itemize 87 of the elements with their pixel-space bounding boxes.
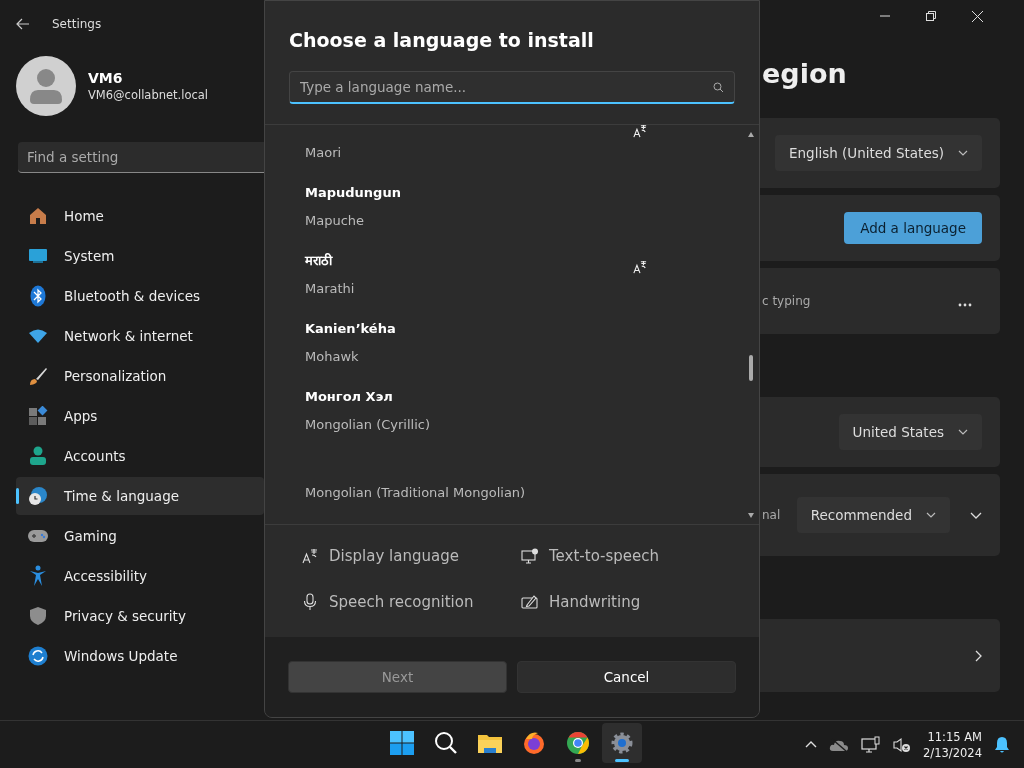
bell-icon[interactable] <box>994 735 1010 754</box>
nav-item[interactable]: Personalization <box>16 357 264 395</box>
language-search-box[interactable]: Type a language name... <box>289 71 735 104</box>
clock-globe-icon <box>28 486 48 506</box>
language-item[interactable]: Mapudungun Mapuche <box>265 172 759 240</box>
native-language-name: Kanien’kéha <box>305 320 396 336</box>
dropdown[interactable]: United States <box>838 414 982 450</box>
language-item[interactable]: Mongolian (Traditional Mongolian) <box>265 444 759 512</box>
expand-chevron-icon[interactable] <box>970 511 982 519</box>
chevron-down-icon <box>958 150 968 156</box>
page-title: egion <box>762 58 847 89</box>
language-name: Mongolian (Traditional Mongolian) <box>305 484 526 500</box>
chevron-down-icon <box>958 429 968 435</box>
nav-item[interactable]: Apps <box>16 397 264 435</box>
update-icon <box>28 646 48 666</box>
apps-icon <box>28 406 48 426</box>
network-icon[interactable] <box>861 735 882 754</box>
volume-muted-icon[interactable] <box>893 736 912 753</box>
shield-icon <box>29 606 47 626</box>
nav-item[interactable]: System <box>16 237 264 275</box>
language-name: Mohawk <box>305 348 359 364</box>
window-title: Settings <box>52 17 102 31</box>
display-language-icon <box>301 548 319 565</box>
home-icon <box>28 206 48 226</box>
windows-logo-icon <box>390 731 414 755</box>
language-search-field[interactable]: Type a language name... <box>300 79 713 95</box>
nav-item[interactable]: Accounts <box>16 437 264 475</box>
user-email: VM6@collabnet.local <box>88 88 209 102</box>
back-arrow-icon[interactable] <box>16 18 30 30</box>
add-language-button[interactable]: Add a language <box>844 212 982 244</box>
gamepad-icon <box>27 528 49 544</box>
gear-icon <box>610 731 634 755</box>
user-name: VM6 <box>88 70 124 86</box>
clock[interactable]: 11:15 AM 2/13/2024 <box>923 728 982 761</box>
feature-label: Handwriting <box>549 593 641 612</box>
language-name: Mapuche <box>305 212 365 228</box>
search-icon <box>713 81 724 93</box>
taskbar-app[interactable] <box>602 723 642 763</box>
native-language-name: मराठी <box>305 252 332 269</box>
setting-description: nal <box>762 508 781 522</box>
close-icon[interactable] <box>971 10 983 22</box>
cloud-off-icon[interactable] <box>829 737 850 752</box>
chevron-up-icon[interactable] <box>805 741 818 748</box>
language-item[interactable]: Монгол Хэл Mongolian (Cyrillic) <box>265 376 759 444</box>
fox-browser-icon <box>522 731 546 755</box>
accessibility-icon <box>29 565 47 587</box>
nav-item[interactable]: Accessibility <box>16 557 264 595</box>
person-icon <box>29 446 47 466</box>
nav-item[interactable]: Home <box>16 197 264 235</box>
language-item[interactable]: Maori <box>265 125 759 172</box>
nav-item[interactable]: Privacy & security <box>16 597 264 635</box>
avatar-icon <box>16 56 76 116</box>
dialog-title: Choose a language to install <box>289 29 595 51</box>
bluetooth-icon <box>30 285 46 307</box>
search-field[interactable]: Find a setting <box>18 142 264 173</box>
folder-icon <box>477 732 503 754</box>
language-name: Maori <box>305 144 342 160</box>
language-item[interactable]: मराठी Marathi <box>265 240 759 308</box>
wifi-icon <box>28 328 48 344</box>
native-language-name: Монгол Хэл <box>305 388 393 404</box>
setting-description: c typing <box>762 294 811 308</box>
search-icon <box>434 731 458 755</box>
brush-icon <box>28 366 48 386</box>
nav-item[interactable]: Gaming <box>16 517 264 555</box>
feature-label: Speech recognition <box>329 593 474 612</box>
chevron-right-icon <box>975 649 982 662</box>
language-name: Marathi <box>305 280 355 296</box>
nav-item[interactable]: Time & language <box>16 477 264 515</box>
nav-item[interactable]: Bluetooth & devices <box>16 277 264 315</box>
cancel-button[interactable]: Cancel <box>517 661 736 693</box>
nav-item[interactable]: Network & internet <box>16 317 264 355</box>
feature-label: Text-to-speech <box>549 547 660 566</box>
dropdown[interactable]: Recommended <box>796 497 950 533</box>
dropdown[interactable]: English (United States) <box>775 135 982 171</box>
language-name: Mongolian (Cyrillic) <box>305 416 431 432</box>
microphone-icon <box>301 593 319 612</box>
handwriting-icon <box>521 594 539 611</box>
language-item[interactable]: Kanien’kéha Mohawk <box>265 308 759 376</box>
more-options-icon[interactable] <box>958 302 972 307</box>
feature-label: Display language <box>329 547 459 566</box>
restore-icon[interactable] <box>926 11 936 21</box>
monitor-icon <box>28 248 48 264</box>
chevron-down-icon <box>926 512 936 518</box>
native-language-name: Mapudungun <box>305 184 401 200</box>
monitor-speech-icon <box>521 548 539 565</box>
chrome-icon <box>566 731 590 755</box>
nav-item[interactable]: Windows Update <box>16 637 264 675</box>
